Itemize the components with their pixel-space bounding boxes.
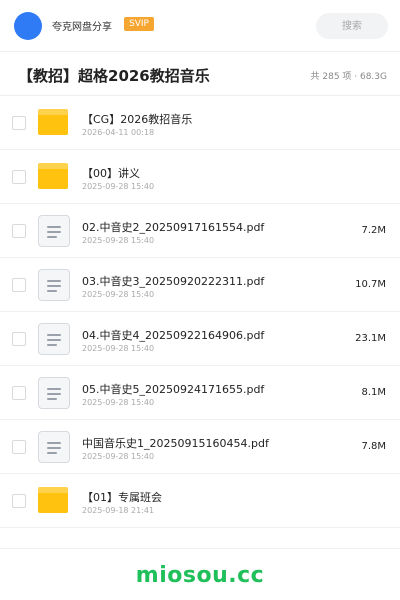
svip-badge: SVIP: [124, 17, 154, 31]
file-name: 【00】讲义: [82, 167, 140, 180]
file-size: 10.7M: [355, 279, 386, 290]
folder-icon: [38, 108, 70, 138]
file-date: 2025-09-28 15:40: [82, 236, 155, 245]
document-icon: [38, 377, 70, 409]
file-name: 02.中音史2_20250917161554.pdf: [82, 221, 265, 234]
file-date: 2025-09-18 21:41: [82, 506, 155, 515]
item-summary: 共 285 项 · 68.3G: [310, 72, 388, 82]
file-name: 04.中音史4_20250922164906.pdf: [82, 329, 265, 342]
file-date: 2025-09-28 15:40: [82, 182, 155, 191]
document-icon: [38, 215, 70, 247]
row-checkbox[interactable]: [12, 386, 26, 400]
list-item[interactable]: 05.中音史5_20250924171655.pdf 2025-09-28 15…: [0, 366, 400, 420]
file-date: 2026-04-11 00:18: [82, 128, 155, 137]
folder-icon: [38, 162, 70, 192]
file-date: 2025-09-28 15:40: [82, 290, 155, 299]
file-date: 2025-09-28 15:40: [82, 344, 155, 353]
folder-icon: [38, 486, 70, 516]
file-date: 2025-09-28 15:40: [82, 398, 155, 407]
file-size: 23.1M: [355, 333, 386, 344]
top-header: 夸克网盘分享 SVIP: [0, 0, 400, 52]
list-item[interactable]: 【01】专属班会 2025-09-18 21:41: [0, 474, 400, 528]
avatar[interactable]: [14, 12, 42, 40]
file-list: 【CG】2026教招音乐 2026-04-11 00:18 【00】讲义 202…: [0, 96, 400, 528]
document-icon: [38, 431, 70, 463]
list-item[interactable]: 【CG】2026教招音乐 2026-04-11 00:18: [0, 96, 400, 150]
row-checkbox[interactable]: [12, 440, 26, 454]
row-checkbox[interactable]: [12, 332, 26, 346]
row-checkbox[interactable]: [12, 494, 26, 508]
file-size: 8.1M: [361, 387, 386, 398]
list-item[interactable]: 03.中音史3_20250920222311.pdf 2025-09-28 15…: [0, 258, 400, 312]
file-date: 2025-09-28 15:40: [82, 452, 155, 461]
file-size: 7.2M: [361, 225, 386, 236]
row-checkbox[interactable]: [12, 224, 26, 238]
file-name: 05.中音史5_20250924171655.pdf: [82, 383, 265, 396]
search-input[interactable]: [316, 13, 388, 39]
file-size: 7.8M: [361, 441, 386, 452]
row-checkbox[interactable]: [12, 116, 26, 130]
row-checkbox[interactable]: [12, 278, 26, 292]
file-name: 【01】专属班会: [82, 491, 162, 504]
document-icon: [38, 323, 70, 355]
title-row: 【教招】超格2026教招音乐 共 285 项 · 68.3G: [0, 52, 400, 96]
file-name: 【CG】2026教招音乐: [82, 113, 193, 126]
list-item[interactable]: 04.中音史4_20250922164906.pdf 2025-09-28 15…: [0, 312, 400, 366]
document-icon: [38, 269, 70, 301]
list-item[interactable]: 02.中音史2_20250917161554.pdf 2025-09-28 15…: [0, 204, 400, 258]
row-checkbox[interactable]: [12, 170, 26, 184]
page-title: 【教招】超格2026教招音乐: [18, 67, 210, 85]
list-item[interactable]: 中国音乐史1_20250915160454.pdf 2025-09-28 15:…: [0, 420, 400, 474]
file-name: 03.中音史3_20250920222311.pdf: [82, 275, 265, 288]
brand-watermark: miosou.cc: [135, 563, 265, 588]
file-name: 中国音乐史1_20250915160454.pdf: [82, 437, 269, 450]
list-item[interactable]: 【00】讲义 2025-09-28 15:40: [0, 150, 400, 204]
footer: miosou.cc: [0, 548, 400, 600]
site-name: 夸克网盘分享: [52, 22, 112, 33]
